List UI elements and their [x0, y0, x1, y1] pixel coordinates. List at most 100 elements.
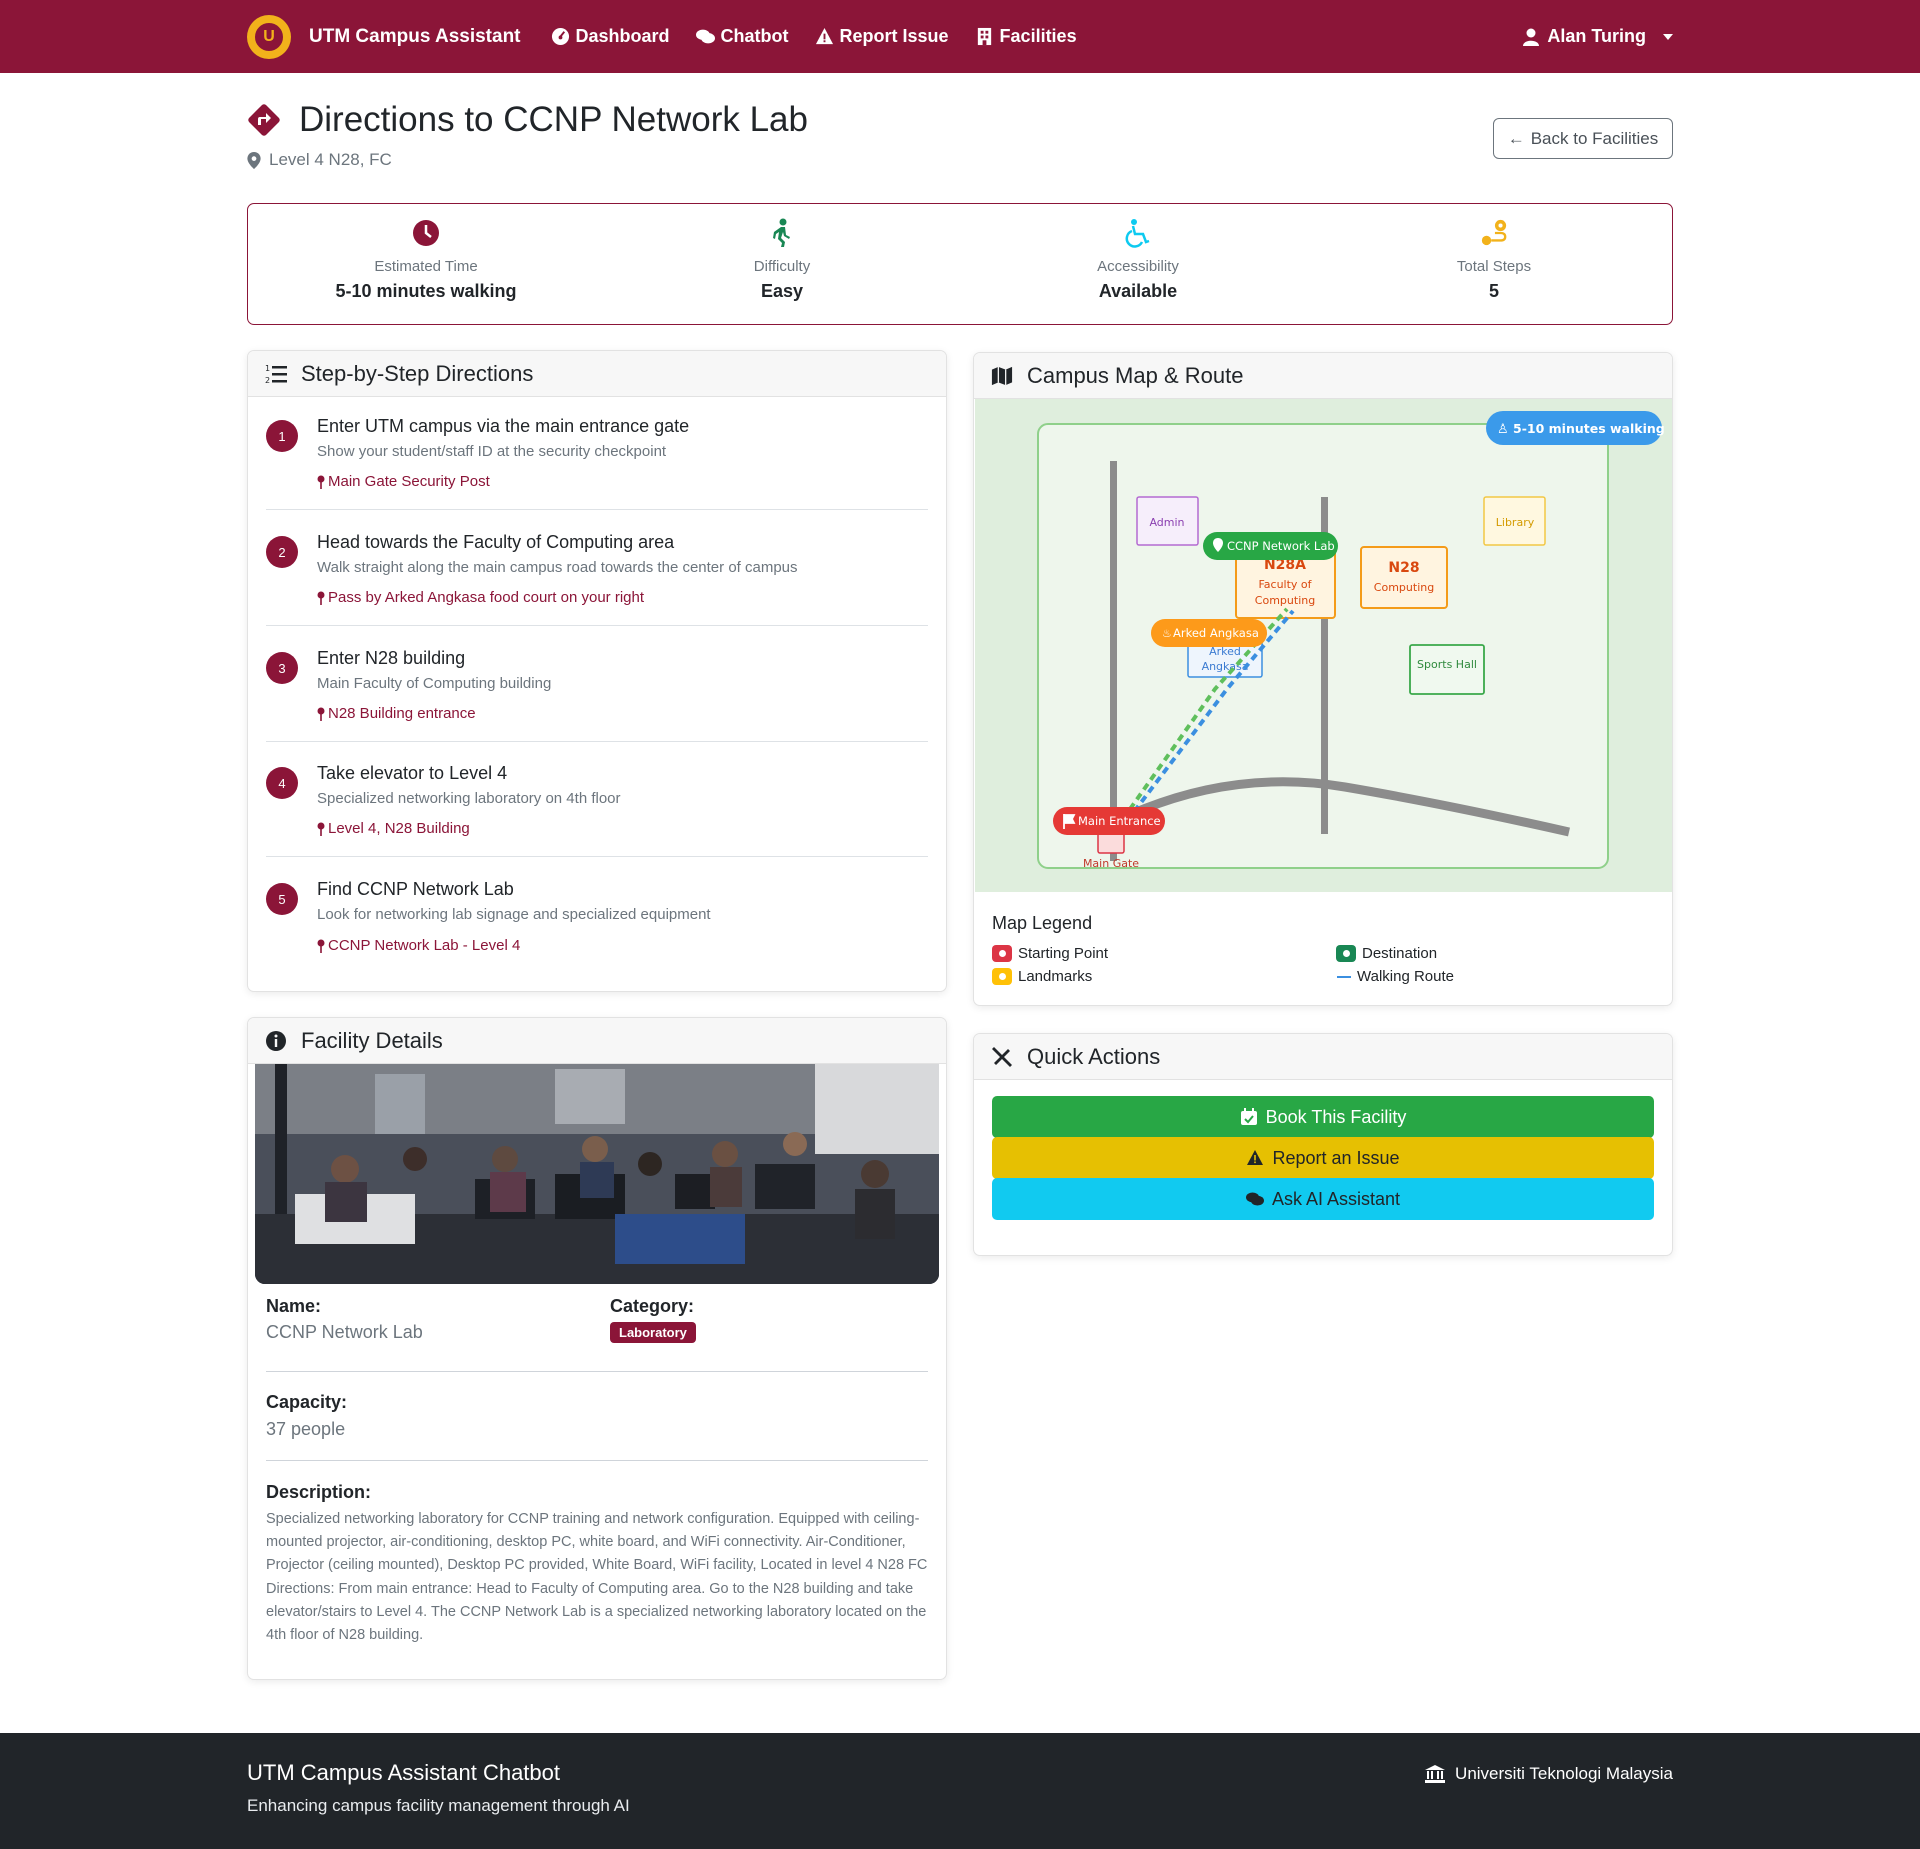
direction-step: 4 Take elevator to Level 4 Specialized n…	[266, 763, 928, 863]
list-ol-icon: 12	[265, 364, 287, 385]
page-title-text: Directions to CCNP Network Lab	[299, 100, 808, 139]
building-admin-label: Admin	[1149, 516, 1184, 529]
gauge-icon	[551, 27, 569, 46]
nav-chatbot[interactable]: Chatbot	[695, 26, 789, 47]
wheelchair-icon	[1125, 219, 1150, 248]
svg-text:♙: ♙	[1497, 422, 1509, 437]
building-n28a-sub2: Computing	[1255, 594, 1315, 607]
map-legend-title: Map Legend	[992, 913, 1093, 933]
directions-card-header: 12 Step-by-Step Directions	[248, 351, 946, 397]
step-description: Look for networking lab signage and spec…	[317, 906, 711, 923]
svg-text:♨: ♨	[1162, 627, 1172, 640]
map-card-title: Campus Map & Route	[1027, 362, 1244, 388]
map-pin-icon	[317, 939, 325, 953]
summary-value: Available	[1098, 281, 1178, 301]
facility-divider	[266, 1460, 928, 1461]
legend-destination: Destination	[1336, 945, 1437, 962]
campus-map[interactable]: Admin Library N28A Faculty of Computing …	[975, 399, 1672, 892]
summary-label: Estimated Time	[374, 258, 478, 275]
directions-card-title: Step-by-Step Directions	[301, 360, 534, 386]
legend-destination-label: Destination	[1362, 945, 1438, 962]
step-location: Main Gate Security Post	[317, 473, 490, 490]
nav-facilities-label: Facilities	[999, 26, 1077, 46]
step-divider	[266, 856, 928, 857]
step-location: Pass by Arked Angkasa food court on your…	[317, 589, 644, 606]
back-to-facilities-button[interactable]: ← Back to Facilities	[1493, 118, 1673, 159]
step-description: Main Faculty of Computing building	[317, 675, 552, 692]
step-location-text: Pass by Arked Angkasa food court on your…	[328, 589, 645, 606]
map-pin-icon	[317, 591, 325, 605]
building-n28a-sub1: Faculty of	[1258, 578, 1312, 591]
brand-name[interactable]: UTM Campus Assistant	[309, 26, 521, 48]
page-title: Directions to CCNP Network Lab	[247, 100, 1673, 140]
nav-report-issue[interactable]: Report Issue	[815, 26, 949, 47]
nav-dashboard-label: Dashboard	[575, 26, 670, 46]
legend-route-label: Walking Route	[1357, 968, 1454, 985]
legend-route-swatch	[1337, 975, 1351, 978]
building-n28-label: N28	[1388, 560, 1419, 576]
step-location: Level 4, N28 Building	[317, 820, 470, 837]
directions-card: 12 Step-by-Step Directions 1 Enter UTM c…	[247, 350, 947, 992]
building-sports-label: Sports Hall	[1417, 658, 1477, 671]
building-n28	[1360, 546, 1448, 609]
walking-icon	[773, 218, 790, 247]
report-issue-label: Report an Issue	[1272, 1147, 1400, 1168]
user-icon	[1523, 28, 1540, 46]
facility-description-label: Description:	[266, 1482, 372, 1502]
user-menu[interactable]: Alan Turing	[1522, 26, 1673, 47]
map-icon	[991, 366, 1013, 385]
building-n28-sub: Computing	[1374, 581, 1434, 594]
chevron-down-icon	[1663, 33, 1673, 40]
nav-facilities[interactable]: Facilities	[975, 26, 1077, 47]
facility-location-text: Level 4 N28, FC	[269, 150, 392, 169]
step-title: Take elevator to Level 4	[317, 763, 508, 783]
utm-logo[interactable]: U	[247, 14, 291, 59]
directions-icon	[248, 104, 280, 136]
step-location-text: N28 Building entrance	[328, 705, 476, 722]
chat-icon	[1245, 1192, 1264, 1206]
warning-icon	[815, 27, 833, 45]
building-main-gate-label: Main Gate	[1083, 857, 1139, 870]
report-issue-button[interactable]: Report an Issue	[992, 1137, 1654, 1179]
arrow-left-icon: ←	[1507, 128, 1525, 148]
legend-route: Walking Route	[1337, 968, 1454, 985]
building-library-label: Library	[1496, 516, 1535, 529]
facility-card-title: Facility Details	[301, 1027, 443, 1053]
step-divider	[266, 509, 928, 510]
summary-difficulty: Difficulty Easy	[604, 204, 960, 324]
map-card-header: Campus Map & Route	[974, 353, 1672, 399]
facility-photo	[255, 1064, 939, 1284]
step-description: Specialized networking laboratory on 4th…	[317, 790, 621, 807]
ask-ai-button[interactable]: Ask AI Assistant	[992, 1178, 1654, 1220]
facility-category-label: Category:	[610, 1296, 695, 1316]
footer-subtitle: Enhancing campus facility management thr…	[247, 1796, 630, 1815]
campus-map-card: Campus Map & Route Admin Library N28A Fa…	[973, 352, 1673, 1006]
route-icon	[1481, 219, 1507, 246]
book-facility-label: Book This Facility	[1265, 1106, 1407, 1127]
landmark-marker: ♨ Arked Angkasa	[1151, 619, 1267, 647]
nav-dashboard[interactable]: Dashboard	[551, 26, 670, 47]
walk-time-badge-label: 5-10 minutes walking	[1513, 421, 1665, 436]
step-divider	[266, 741, 928, 742]
clock-icon	[413, 220, 439, 246]
start-marker-label: Main Entrance	[1078, 814, 1161, 828]
legend-landmarks: Landmarks	[992, 968, 1092, 985]
landmark-marker-label: Arked Angkasa	[1173, 626, 1259, 640]
quick-actions-header: Quick Actions	[974, 1034, 1672, 1080]
legend-landmarks-label: Landmarks	[1018, 968, 1093, 985]
warning-icon	[1247, 1150, 1264, 1165]
navbar: U UTM Campus Assistant Dashboard Chatbot…	[0, 0, 1920, 73]
destination-marker-label: CCNP Network Lab	[1227, 539, 1335, 553]
map-pin-icon	[247, 151, 261, 169]
summary-value: 5-10 minutes walking	[335, 281, 517, 301]
step-title: Find CCNP Network Lab	[317, 879, 514, 899]
footer-university: Universiti Teknologi Malaysia	[1425, 1764, 1673, 1784]
user-name: Alan Turing	[1547, 26, 1646, 46]
step-description: Walk straight along the main campus road…	[317, 559, 798, 576]
direction-step: 2 Head towards the Faculty of Computing …	[266, 532, 928, 632]
footer-title: UTM Campus Assistant Chatbot	[247, 1760, 561, 1785]
facility-capacity-label: Capacity:	[266, 1392, 348, 1412]
summary-label: Total Steps	[1456, 258, 1532, 275]
book-facility-button[interactable]: Book This Facility	[992, 1096, 1654, 1138]
summary-estimated-time: Estimated Time 5-10 minutes walking	[248, 204, 604, 324]
